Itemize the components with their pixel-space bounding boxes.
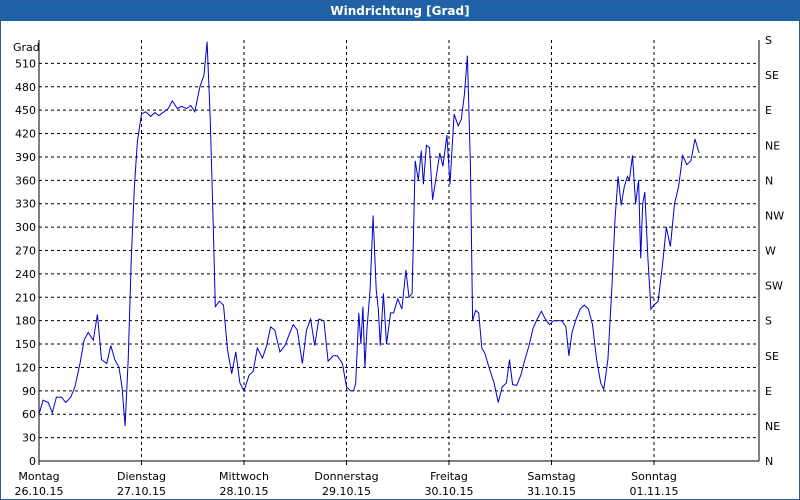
y-tick-label: 300 [15, 221, 36, 234]
right-axis-label: N [765, 455, 773, 468]
y-tick-label: 420 [15, 128, 36, 141]
y-tick-label: 390 [15, 151, 36, 164]
x-tick-day: Mittwoch [219, 470, 269, 483]
right-axis-label: N [765, 174, 773, 187]
wind-direction-chart: 0 30 60 90 120 150 180 210 240 270 300 330 360 390 420… [13, 34, 784, 498]
y-tick-label: 180 [15, 315, 36, 328]
y-tick-label: 150 [15, 338, 36, 351]
x-tick-day: Freitag [430, 470, 468, 483]
tick-labels: 0 30 60 90 120 150 180 210 240 270 300 330 360 390 420… [13, 34, 784, 498]
right-axis-label: SE [765, 69, 779, 82]
y-tick-label: 510 [15, 57, 36, 70]
right-axis-label: NE [765, 139, 780, 152]
y-tick-label: 30 [22, 432, 36, 445]
x-tick-day: Montag [18, 470, 59, 483]
axes [38, 40, 760, 465]
y-tick-label: 240 [15, 268, 36, 281]
x-tick-day: Sonntag [631, 470, 677, 483]
y-tick-label: 270 [15, 245, 36, 258]
y-tick-label: 360 [15, 174, 36, 187]
right-axis-label: NW [765, 209, 784, 222]
x-tick-day: Donnerstag [314, 470, 378, 483]
right-axis-label: E [765, 104, 772, 117]
x-tick-date: 01.11.15 [630, 485, 679, 498]
x-tick-date: 31.10.15 [527, 485, 576, 498]
right-axis-label: W [765, 245, 776, 258]
series-line-wind-direction [38, 41, 700, 426]
y-tick-label: 210 [15, 291, 36, 304]
right-axis-label: NE [765, 420, 780, 433]
right-axis-label: SW [765, 280, 783, 293]
x-tick-date: 27.10.15 [117, 485, 166, 498]
grid [39, 40, 759, 461]
right-axis-label: E [765, 385, 772, 398]
y-tick-label: 90 [22, 385, 36, 398]
x-tick-date: 28.10.15 [220, 485, 269, 498]
x-tick-day: Dienstag [117, 470, 166, 483]
x-tick-day: Samstag [527, 470, 575, 483]
x-tick-date: 29.10.15 [322, 485, 371, 498]
chart-window: Windrichtung [Grad] 0 30 60 90 120 150 180 210 2… [0, 0, 800, 500]
right-axis-label: S [765, 315, 772, 328]
right-axis-label: S [765, 34, 772, 47]
y-tick-label: 480 [15, 81, 36, 94]
y-tick-label: 450 [15, 104, 36, 117]
y-tick-label: 120 [15, 361, 36, 374]
y-axis-label: Grad [13, 41, 40, 54]
series [38, 41, 700, 426]
x-tick-date: 30.10.15 [425, 485, 474, 498]
y-tick-label: 0 [29, 455, 36, 468]
y-tick-label: 330 [15, 198, 36, 211]
x-tick-date: 26.10.15 [15, 485, 64, 498]
y-tick-label: 60 [22, 408, 36, 421]
right-axis-label: SE [765, 350, 779, 363]
